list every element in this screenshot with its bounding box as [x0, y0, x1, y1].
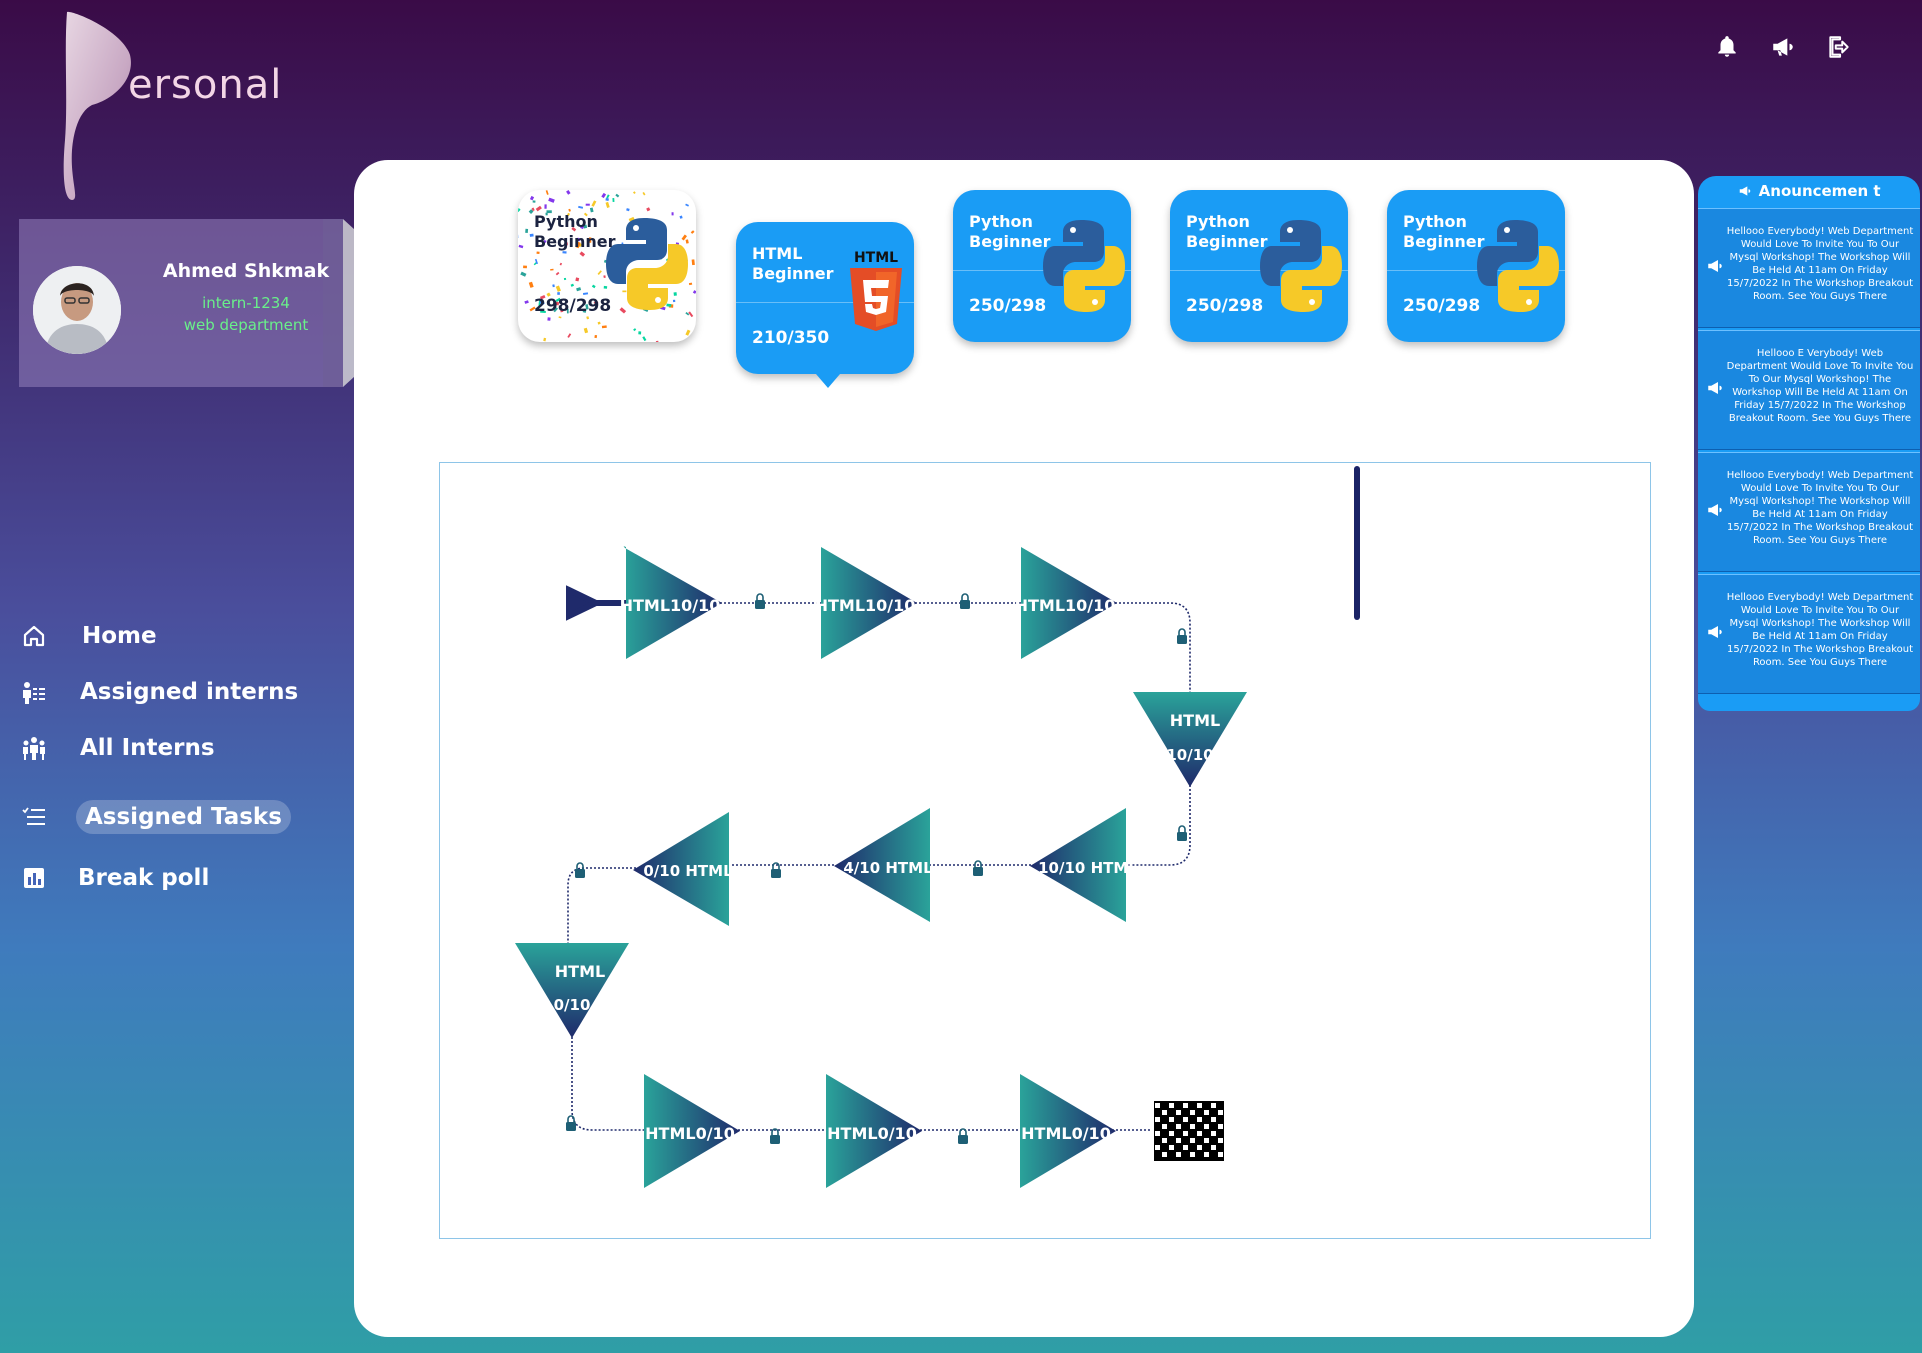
path-node[interactable]: HTML0/10: [1020, 1074, 1116, 1188]
node-label: HTML10/10: [620, 596, 721, 615]
announcement-item[interactable]: Hellooo Everybody! Web Department Would …: [1698, 208, 1920, 328]
megaphone-icon: [1708, 504, 1722, 516]
lock-icon: [960, 593, 970, 609]
lock-icon: [755, 593, 765, 609]
finish-flag-icon: [1154, 1101, 1224, 1161]
path-node[interactable]: HTML10/10: [815, 547, 917, 659]
path-start-arrow-icon: [566, 585, 626, 621]
path-node[interactable]: HTML10/10: [620, 546, 722, 659]
lock-icon: [1177, 628, 1187, 644]
announcement-item[interactable]: Hellooo Everybody! Web Department Would …: [1698, 452, 1920, 572]
node-label: 0/10 HTML: [643, 862, 733, 880]
megaphone-icon: [1708, 382, 1722, 394]
node-title: HTML: [555, 962, 605, 981]
path-node[interactable]: HTML10/10: [1015, 547, 1117, 659]
lock-icon: [1177, 825, 1187, 841]
node-score: 0/10: [554, 996, 591, 1014]
megaphone-icon: [1708, 626, 1722, 638]
path-node-turn[interactable]: HTML 10/10: [1133, 692, 1247, 787]
node-label: HTML10/10: [815, 596, 916, 615]
learning-path-graph: HTML10/10 HTML10/10 HTML10/10 HTML 10/10…: [515, 546, 1247, 1188]
announcements-panel: Anouncemen t Hellooo Everybody! Web Depa…: [1698, 176, 1920, 711]
announcement-text: Hellooo E Verybody! Web Department Would…: [1726, 348, 1914, 424]
lock-icon: [566, 1115, 576, 1131]
path-node[interactable]: HTML0/10: [644, 1074, 740, 1188]
lock-icon: [770, 1128, 780, 1144]
path-node[interactable]: 10/10 HTML: [1030, 808, 1138, 922]
path-node-turn[interactable]: HTML 0/10: [515, 943, 629, 1038]
announcement-item[interactable]: Hellooo E Verybody! Web Department Would…: [1698, 330, 1920, 450]
lock-icon: [958, 1128, 968, 1144]
node-label: 10/10 HTML: [1038, 859, 1138, 877]
node-label: HTML10/10: [1015, 596, 1116, 615]
node-label: 4/10 HTML: [843, 859, 933, 877]
announcement-text: Hellooo Everybody! Web Department Would …: [1726, 470, 1914, 546]
path-node[interactable]: HTML0/10: [826, 1074, 922, 1188]
node-label: HTML0/10: [1021, 1124, 1111, 1143]
announcement-text: Hellooo Everybody! Web Department Would …: [1726, 226, 1914, 302]
lock-icon: [973, 860, 983, 876]
node-label: HTML0/10: [827, 1124, 917, 1143]
path-node[interactable]: 4/10 HTML: [834, 808, 933, 922]
node-title: HTML: [1170, 711, 1220, 730]
megaphone-icon: [1708, 260, 1722, 272]
announcement-text: Hellooo Everybody! Web Department Would …: [1726, 592, 1914, 668]
path-node[interactable]: 0/10 HTML: [633, 812, 733, 926]
node-score: 10/10: [1166, 746, 1213, 764]
megaphone-icon: [1740, 186, 1751, 196]
announcement-item[interactable]: Hellooo Everybody! Web Department Would …: [1698, 574, 1920, 694]
lock-icon: [575, 862, 585, 878]
announcements-title: Anouncemen t: [1698, 182, 1920, 200]
node-label: HTML0/10: [645, 1124, 735, 1143]
